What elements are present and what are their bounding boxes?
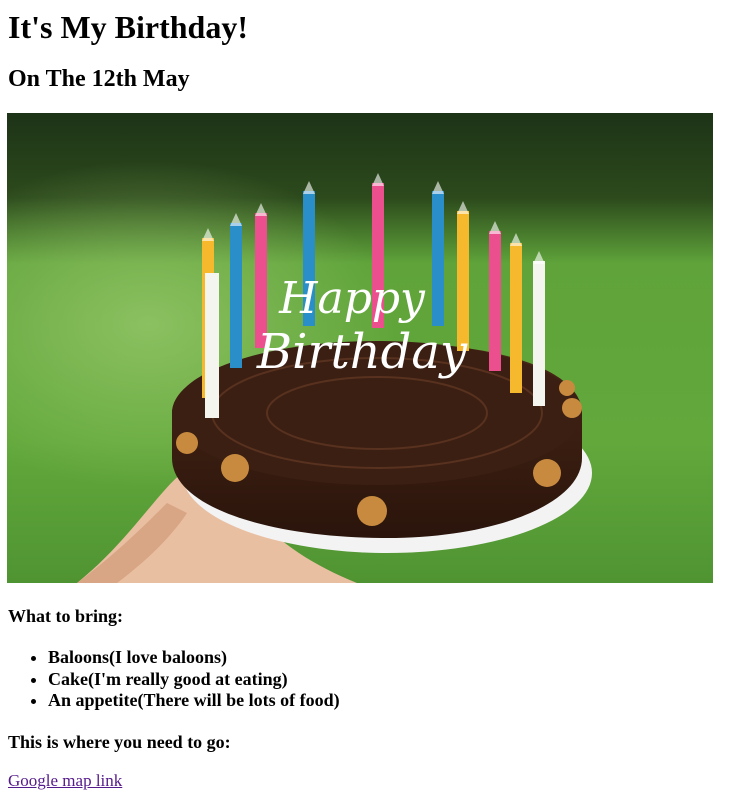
what-to-bring-label: What to bring:: [8, 606, 124, 626]
page: It's My Birthday! On The 12th May Happy …: [0, 0, 730, 806]
page-subtitle: On The 12th May: [8, 66, 190, 92]
list-item: Baloons(I love baloons): [48, 647, 340, 669]
google-map-link[interactable]: Google map link: [8, 771, 122, 791]
page-title: It's My Birthday!: [8, 9, 248, 45]
directions-label: This is where you need to go:: [8, 732, 231, 752]
bring-list: Baloons(I love baloons) Cake(I'm really …: [8, 647, 340, 712]
list-item: Cake(I'm really good at eating): [48, 669, 340, 691]
birthday-cake-photo: Happy Birthday: [7, 113, 713, 583]
topper-text-happy: Happy: [278, 273, 426, 324]
list-item: An appetite(There will be lots of food): [48, 690, 340, 712]
topper-text-birthday: Birthday: [256, 324, 468, 380]
